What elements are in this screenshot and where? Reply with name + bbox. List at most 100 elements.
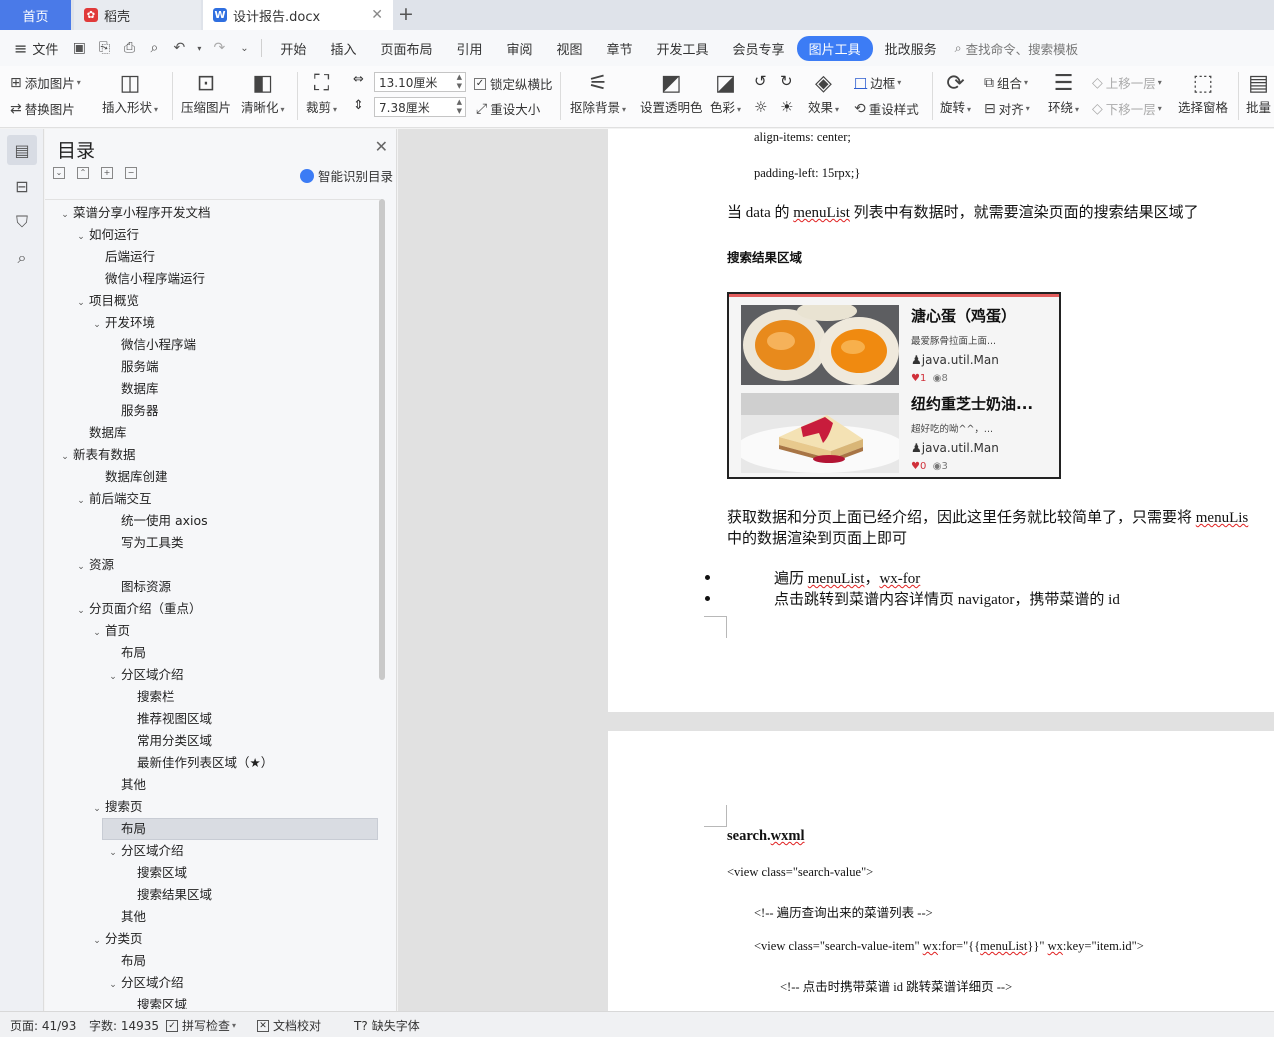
bring-forward-button[interactable]: ◇ 上移一层 ▾ (1092, 73, 1162, 92)
toc-item[interactable]: 布局 (105, 642, 146, 664)
brightness-down-icon[interactable]: ☀ (780, 98, 793, 116)
menu-item[interactable]: 章节 (595, 39, 645, 58)
toc-item[interactable]: 写为工具类 (105, 532, 184, 554)
crop-button[interactable]: ⛶ 裁剪 ▾ (306, 71, 337, 116)
menu-item[interactable]: 引用 (444, 39, 494, 58)
print-preview-icon[interactable]: ⌕ (145, 40, 163, 56)
add-image-button[interactable]: ⊞ 添加图片 ▾ (10, 73, 81, 92)
menu-picture-tools[interactable]: 图片工具 (796, 35, 873, 61)
missing-font-button[interactable]: T? 缺失字体 (354, 1017, 420, 1034)
chapter-panel-button[interactable]: ⊟ (7, 171, 37, 201)
chevron-down-icon[interactable]: ⌄ (57, 446, 73, 468)
toc-item[interactable]: 数据库 (105, 378, 159, 400)
menu-item[interactable]: 开发工具 (645, 39, 721, 58)
tab-home[interactable]: 首页 (0, 0, 71, 30)
chevron-down-icon[interactable]: ⌄ (73, 292, 89, 314)
collapse-all-icon[interactable]: ⌃ (77, 167, 89, 179)
width-input[interactable]: 13.10厘米 ▲ ▼ (374, 72, 466, 92)
toc-item[interactable]: 服务器 (105, 400, 159, 422)
wrap-text-button[interactable]: ☰ 环绕 ▾ (1048, 71, 1079, 116)
chevron-down-icon[interactable]: ⌄ (73, 226, 89, 248)
toc-item[interactable]: 常用分类区域 (121, 730, 212, 752)
menu-item[interactable]: 插入 (318, 39, 368, 58)
toc-item[interactable]: 最新佳作列表区域（★） (121, 752, 273, 774)
height-spinner[interactable]: ▲ ▼ (457, 98, 462, 116)
file-menu[interactable]: ≡ 文件 (0, 39, 58, 58)
nav-scrollbar[interactable] (379, 199, 385, 680)
toc-item[interactable]: ⌄ 分区域介绍 (105, 664, 183, 686)
toc-item[interactable]: 微信小程序端 (105, 334, 196, 356)
chevron-down-icon[interactable]: ⌄ (105, 974, 121, 996)
remove-background-button[interactable]: ⚟ 抠除背景 ▾ (570, 71, 626, 116)
group-button[interactable]: ⧉ 组合 ▾ (984, 73, 1028, 92)
toc-item[interactable]: ⌄ 分页面介绍（重点） (73, 598, 201, 620)
compress-image-button[interactable]: ⊡ 压缩图片 (181, 71, 231, 116)
toc-item[interactable]: ⌄ 分区域介绍 (105, 972, 183, 996)
toc-item[interactable]: 搜索区域 (121, 862, 187, 884)
toc-item[interactable]: ⌄ 搜索页 (89, 796, 142, 820)
page-count[interactable]: 页面: 41/93 (10, 1017, 76, 1034)
toc-item[interactable]: 数据库创建 (89, 466, 168, 488)
chevron-down-icon[interactable]: ⌄ (73, 490, 89, 512)
print-icon[interactable]: ⎙ (120, 40, 138, 56)
customize-dropdown-icon[interactable]: ⌄ (235, 43, 253, 54)
toc-item[interactable]: ⌄ 新表有数据 (57, 444, 135, 468)
menu-item[interactable]: 页面布局 (368, 39, 444, 58)
expand-all-icon[interactable]: ⌄ (53, 167, 65, 179)
toc-item[interactable]: 其他 (105, 906, 146, 928)
replace-image-button[interactable]: ⇄ 替换图片 (10, 99, 75, 118)
insert-shape-button[interactable]: ◫ 插入形状 ▾ (102, 71, 158, 116)
toc-item[interactable]: 搜索结果区域 (121, 884, 212, 906)
rotate-left-button[interactable]: ↺ (754, 72, 767, 90)
toc-item[interactable]: ⌄ 开发环境 (89, 312, 155, 334)
effects-button[interactable]: ◈ 效果 ▾ (808, 71, 839, 116)
menu-item[interactable]: 开始 (268, 39, 318, 58)
document-proof-button[interactable]: ✕ 文档校对 (257, 1017, 321, 1034)
toc-item[interactable]: ⌄ 如何运行 (73, 224, 139, 246)
chevron-down-icon[interactable]: ⌄ (89, 314, 105, 336)
command-search[interactable]: ⌕ 查找命令、搜索模板 (955, 39, 1079, 58)
brightness-up-icon[interactable]: ☼ (754, 98, 767, 116)
menu-review-service[interactable]: 批改服务 (873, 39, 949, 58)
selection-pane-button[interactable]: ⬚ 选择窗格 (1178, 71, 1228, 116)
toc-item[interactable]: ⌄ 前后端交互 (73, 488, 151, 512)
toc-item[interactable]: ⌄ 首页 (89, 620, 130, 642)
chevron-down-icon[interactable]: ⌄ (57, 204, 73, 226)
set-transparent-color-button[interactable]: ◩ 设置透明色 (640, 71, 703, 116)
reset-style-button[interactable]: ⟲ 重设样式 (854, 99, 919, 118)
undo-dropdown-icon[interactable]: ▾ (195, 44, 203, 53)
border-button[interactable]: □ 边框 ▾ (854, 73, 901, 92)
chevron-down-icon[interactable]: ⌄ (89, 930, 105, 952)
toc-item[interactable]: 布局 (105, 950, 146, 972)
height-input[interactable]: 7.38厘米 ▲ ▼ (374, 97, 466, 117)
toc-item[interactable]: 图标资源 (105, 576, 171, 598)
toc-item[interactable]: 推荐视图区域 (121, 708, 212, 730)
save-icon[interactable]: ▣ (70, 40, 88, 56)
toc-panel-button[interactable]: ▤ (7, 135, 37, 165)
export-pdf-icon[interactable]: ⎘ (95, 40, 113, 56)
spell-check-button[interactable]: ✓ 拼写检查 ▾ (166, 1017, 236, 1034)
toc-item[interactable]: 其他 (105, 774, 146, 796)
align-button[interactable]: ⊟ 对齐 ▾ (984, 99, 1030, 118)
tab-document[interactable]: W 设计报告.docx ✕ (203, 0, 393, 30)
toc-item[interactable]: ⌄ 项目概览 (73, 290, 139, 312)
toc-item[interactable]: 统一使用 axios (105, 510, 208, 532)
toc-item[interactable]: 服务端 (105, 356, 159, 378)
toc-item[interactable]: ⌄ 资源 (73, 554, 114, 576)
add-heading-icon[interactable]: + (101, 167, 113, 179)
batch-button[interactable]: ▤ 批量 (1246, 71, 1271, 116)
find-panel-button[interactable]: ⌕ (7, 243, 37, 273)
chevron-down-icon[interactable]: ⌄ (89, 798, 105, 820)
close-icon[interactable]: ✕ (375, 137, 388, 156)
toc-item[interactable]: ⌄ 菜谱分享小程序开发文档 (57, 202, 210, 226)
undo-icon[interactable]: ↶ (170, 40, 188, 56)
toc-item[interactable]: 数据库 (73, 422, 127, 444)
toc-item[interactable]: 后端运行 (89, 246, 155, 268)
word-count[interactable]: 字数: 14935 (89, 1017, 159, 1034)
menu-item[interactable]: 审阅 (494, 39, 544, 58)
bookmark-panel-button[interactable]: ⛉ (7, 207, 37, 237)
smart-toc-button[interactable]: 智能识别目录 (299, 166, 393, 185)
close-tab-icon[interactable]: ✕ (371, 7, 383, 23)
rotate-right-button[interactable]: ↻ (780, 72, 793, 90)
tab-daoke[interactable]: ✿ 稻壳 (74, 0, 201, 30)
